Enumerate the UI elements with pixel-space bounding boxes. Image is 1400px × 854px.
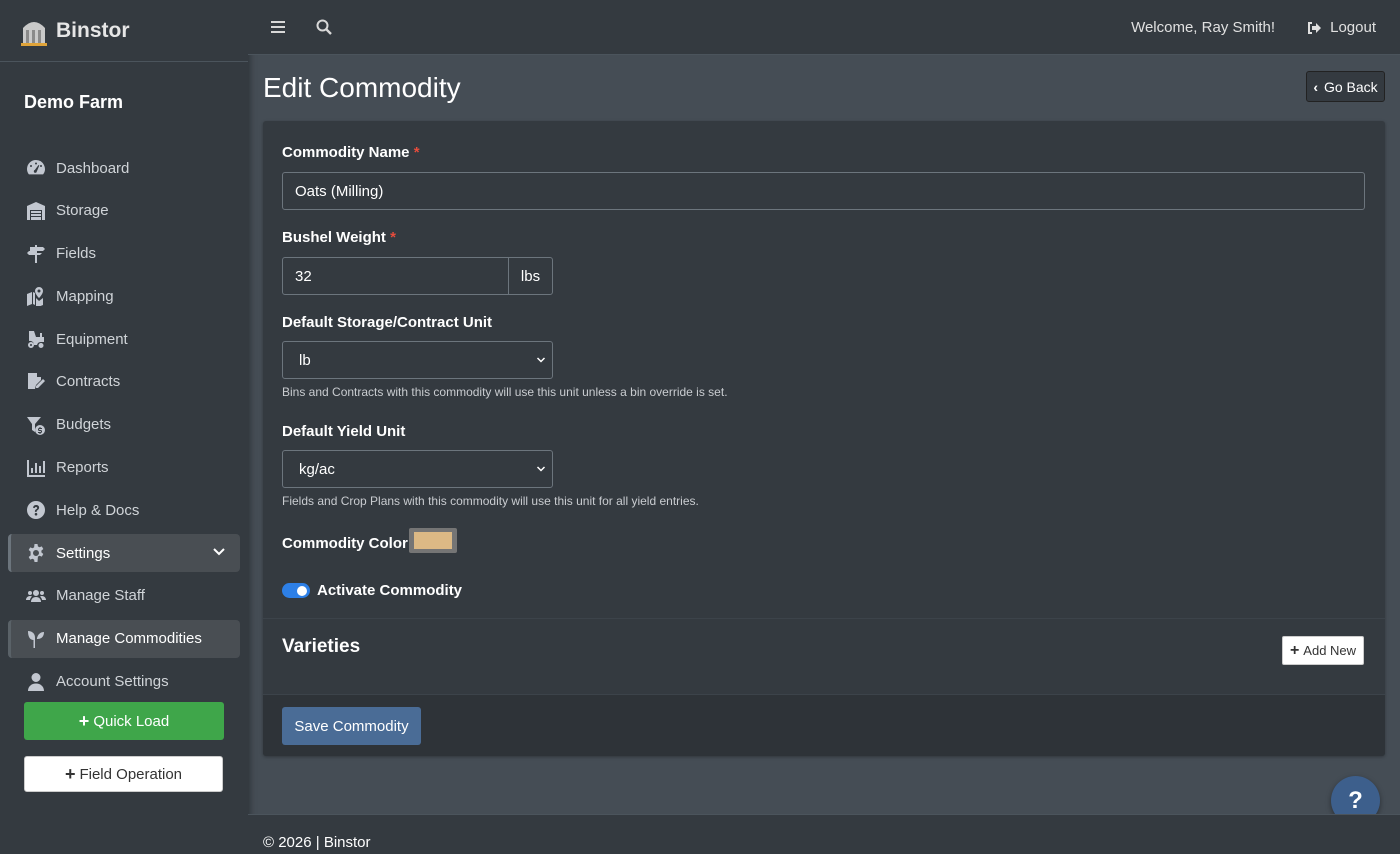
logout-label: Logout: [1330, 19, 1376, 36]
sidebar-item-label: Dashboard: [56, 159, 130, 177]
sidebar-item-label: Storage: [56, 202, 109, 220]
plus-icon: +: [78, 711, 90, 731]
tractor-icon: [24, 329, 48, 349]
go-back-button[interactable]: ‹ Go Back: [1306, 71, 1385, 102]
sidebar-item-fields[interactable]: Fields: [8, 235, 240, 273]
warehouse-icon: [24, 201, 48, 221]
color-swatch: [414, 532, 452, 549]
required-mark: *: [390, 229, 396, 246]
sidebar-item-label: Reports: [56, 459, 109, 477]
sidebar-item-dashboard[interactable]: Dashboard: [8, 149, 240, 187]
sidebar-item-label: Settings: [56, 544, 111, 562]
toggle-knob: [297, 585, 307, 596]
sign-out-icon: [1308, 21, 1322, 34]
dashboard-gauge-icon: [24, 158, 48, 178]
topbar: Welcome, Ray Smith! Logout: [248, 0, 1400, 55]
gear-icon: [24, 543, 48, 563]
sidebar-item-mapping[interactable]: Mapping: [8, 277, 240, 315]
yield-unit-value: kg/ac: [299, 460, 335, 478]
sidebar: Binstor Demo Farm Dashboard Storage Fiel…: [0, 0, 248, 854]
form-footer: Save Commodity: [263, 694, 1385, 756]
commodity-name-input[interactable]: Oats (Milling): [282, 172, 1365, 210]
quick-load-button[interactable]: + Quick Load: [24, 702, 224, 740]
sidebar-item-contracts[interactable]: Contracts: [8, 363, 240, 401]
hamburger-menu-icon[interactable]: [270, 18, 288, 36]
sidebar-item-storage[interactable]: Storage: [8, 192, 240, 230]
varieties-heading: Varieties: [282, 636, 361, 657]
yield-unit-select[interactable]: kg/ac: [282, 450, 553, 488]
sidebar-item-equipment[interactable]: Equipment: [8, 320, 240, 358]
sidebar-item-manage-staff[interactable]: Manage Staff: [8, 577, 240, 615]
question-circle-icon: [24, 500, 48, 520]
bushel-weight-label: Bushel Weight *: [282, 229, 396, 246]
field-operation-label: Field Operation: [79, 765, 183, 783]
quick-load-label: Quick Load: [93, 712, 170, 730]
sidebar-item-reports[interactable]: Reports: [8, 449, 240, 487]
sidebar-item-help-docs[interactable]: Help & Docs: [8, 491, 240, 529]
sidebar-item-label: Fields: [56, 245, 97, 263]
file-signature-icon: [24, 372, 48, 392]
chevron-down-icon: [213, 548, 225, 556]
bushel-weight-input[interactable]: 32: [282, 257, 509, 295]
storage-unit-select[interactable]: lb: [282, 341, 553, 379]
commodity-name-label: Commodity Name *: [282, 144, 420, 161]
bushel-weight-value: 32: [295, 267, 312, 285]
users-icon: [24, 586, 48, 606]
chevron-left-icon: ‹: [1313, 78, 1318, 95]
plus-icon: +: [64, 764, 76, 784]
sidebar-item-label: Equipment: [56, 330, 128, 348]
required-mark: *: [413, 144, 420, 161]
edit-commodity-form: Commodity Name * Oats (Milling) Bushel W…: [263, 121, 1385, 756]
storage-unit-label: Default Storage/Contract Unit: [282, 314, 493, 331]
yield-unit-help: Fields and Crop Plans with this commodit…: [282, 494, 699, 508]
sidebar-item-label: Budgets: [56, 416, 112, 434]
sidebar-item-label: Contracts: [56, 373, 121, 391]
chevron-down-icon: [536, 466, 546, 472]
storage-unit-value: lb: [299, 351, 311, 369]
welcome-message: Welcome, Ray Smith!: [1131, 19, 1275, 36]
sidebar-item-budgets[interactable]: Budgets: [8, 406, 240, 444]
user-icon: [24, 672, 48, 692]
commodity-color-picker[interactable]: [409, 528, 457, 553]
divider: [263, 618, 1385, 619]
sidebar-item-settings[interactable]: Settings: [8, 534, 240, 573]
bushel-unit-addon: lbs: [508, 257, 553, 295]
page-footer: © 2026 | Binstor: [248, 814, 1400, 854]
sidebar-item-label: Mapping: [56, 287, 114, 305]
silo-logo-icon: [21, 21, 47, 46]
sidebar-item-account-settings[interactable]: Account Settings: [8, 663, 240, 701]
go-back-label: Go Back: [1323, 78, 1378, 95]
brand-name: Binstor: [56, 18, 130, 42]
storage-unit-help: Bins and Contracts with this commodity w…: [282, 385, 728, 399]
sidebar-item-label: Manage Staff: [56, 587, 145, 605]
field-operation-button[interactable]: + Field Operation: [24, 756, 223, 792]
bar-chart-icon: [24, 458, 48, 478]
chevron-down-icon: [536, 357, 546, 363]
add-new-label: Add New: [1303, 643, 1357, 658]
sidebar-item-manage-commodities[interactable]: Manage Commodities: [8, 619, 240, 658]
funnel-dollar-icon: [24, 415, 48, 435]
plus-icon: +: [1289, 641, 1300, 659]
add-variety-button[interactable]: + Add New: [1282, 636, 1364, 665]
activate-commodity-toggle[interactable]: [282, 583, 310, 598]
logout-button[interactable]: Logout: [1306, 19, 1376, 36]
commodity-color-label: Commodity Color: [282, 535, 408, 552]
commodity-name-value: Oats (Milling): [295, 182, 384, 200]
sidebar-item-label: Manage Commodities: [56, 630, 202, 648]
activate-commodity-label: Activate Commodity: [317, 582, 463, 599]
map-marker-icon: [24, 286, 48, 307]
farm-name: Demo Farm: [24, 92, 124, 112]
brand[interactable]: Binstor: [0, 0, 248, 62]
yield-unit-label: Default Yield Unit: [282, 423, 406, 440]
seedling-icon: [24, 629, 48, 649]
sidebar-nav: Dashboard Storage Fields Mapping Equipme…: [0, 149, 248, 701]
signpost-icon: [24, 244, 48, 264]
sidebar-item-label: Account Settings: [56, 673, 169, 691]
search-icon[interactable]: [315, 18, 333, 36]
save-commodity-button[interactable]: Save Commodity: [282, 707, 421, 745]
sidebar-item-label: Help & Docs: [56, 501, 140, 519]
page-title: Edit Commodity: [263, 72, 461, 103]
